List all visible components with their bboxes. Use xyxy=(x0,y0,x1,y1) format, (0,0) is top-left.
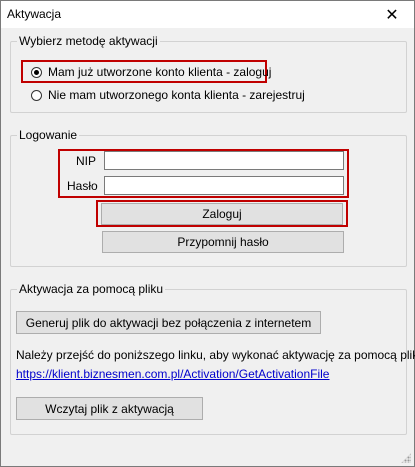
nip-input[interactable] xyxy=(104,151,344,170)
login-group-legend: Logowanie xyxy=(17,128,80,142)
login-button[interactable]: Zaloguj xyxy=(101,203,343,225)
radio-selected-icon xyxy=(31,66,42,78)
radio-unselected-icon xyxy=(31,89,42,101)
radio-existing-account[interactable]: Mam już utworzone konto klienta - zalogu… xyxy=(31,62,271,82)
load-activation-file-button[interactable]: Wczytaj plik z aktywacją xyxy=(16,397,203,420)
file-group-legend: Aktywacja za pomocą pliku xyxy=(17,282,166,296)
method-group-legend: Wybierz metodę aktywacji xyxy=(17,34,160,48)
nip-label: NIP xyxy=(76,154,97,168)
resize-grip-icon[interactable] xyxy=(401,453,411,463)
activation-file-link[interactable]: https://klient.biznesmen.com.pl/Activati… xyxy=(16,367,329,381)
password-input[interactable] xyxy=(104,176,344,195)
close-icon[interactable]: ✕ xyxy=(370,1,414,28)
window-title: Aktywacja xyxy=(7,7,62,21)
radio-new-account[interactable]: Nie mam utworzonego konta klienta - zare… xyxy=(31,85,305,105)
title-bar[interactable]: Aktywacja ✕ xyxy=(1,1,414,28)
radio-new-account-label: Nie mam utworzonego konta klienta - zare… xyxy=(48,88,305,102)
activation-window: Aktywacja ✕ Wybierz metodę aktywacji Mam… xyxy=(0,0,415,467)
password-label: Hasło xyxy=(67,179,98,193)
file-instruction: Należy przejść do poniższego linku, aby … xyxy=(16,348,415,362)
radio-existing-account-label: Mam już utworzone konto klienta - zalogu… xyxy=(48,65,272,79)
remind-password-button[interactable]: Przypomnij hasło xyxy=(102,231,344,253)
generate-file-button[interactable]: Generuj plik do aktywacji bez połączenia… xyxy=(16,311,321,334)
